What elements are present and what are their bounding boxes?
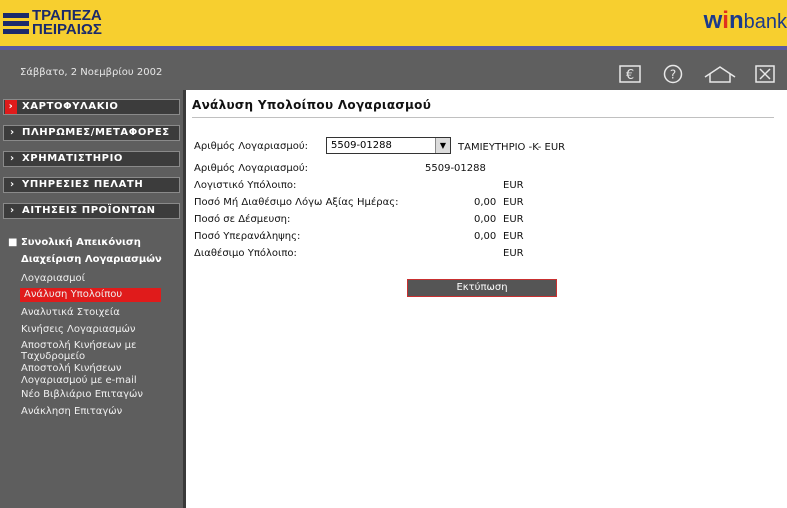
account-select-value: 5509-01288: [331, 140, 392, 151]
chevron-down-icon[interactable]: ▼: [435, 138, 450, 153]
nav-label: ΧΡΗΜΑΤΙΣΤΗΡΙΟ: [22, 153, 124, 164]
section-overview[interactable]: ■ Συνολική Απεικόνιση: [8, 237, 141, 248]
account-select[interactable]: 5509-01288 ▼: [326, 137, 451, 154]
nav-label: ΧΑΡΤΟΦΥΛΑΚΙΟ: [22, 101, 119, 112]
row-label-blocked: Ποσό σε Δέσμευση:: [194, 214, 291, 225]
nav-payments[interactable]: › ΠΛΗΡΩΜΕΣ/ΜΕΤΑΦΟΡΕΣ: [3, 125, 180, 141]
print-button[interactable]: Εκτύπωση: [407, 279, 557, 297]
row-currency-available-balance: EUR: [503, 248, 524, 259]
row-currency-blocked: EUR: [503, 214, 524, 225]
sidebar-link-details[interactable]: Αναλυτικά Στοιχεία: [21, 307, 120, 318]
home-icon[interactable]: [704, 64, 736, 84]
current-date: Σάββατο, 2 Νοεμβρίου 2002: [20, 67, 163, 78]
chevron-right-icon: ›: [10, 205, 15, 216]
section-account-management[interactable]: Διαχείριση Λογαριασμών: [21, 254, 162, 265]
page-title: Ανάλυση Υπολοίπου Λογαριασμού: [192, 98, 432, 112]
sidebar-link-transactions[interactable]: Κινήσεις Λογαριασμών: [21, 324, 136, 335]
sidebar-link-email-statements[interactable]: Αποστολή Κινήσεων: [21, 363, 121, 374]
row-value-blocked: 0,00: [474, 214, 497, 225]
main-content: Ανάλυση Υπολοίπου Λογαριασμού Αριθμός Λο…: [186, 90, 787, 508]
nav-portfolio[interactable]: › ΧΑΡΤΟΦΥΛΑΚΙΟ: [3, 99, 180, 115]
svg-text:€: €: [626, 68, 634, 83]
help-icon[interactable]: ?: [662, 64, 684, 84]
chevron-right-icon: ›: [10, 153, 15, 164]
header-bar: ΤΡΑΠΕΖΑ ΠΕΙΡΑΙΩΣ winbank: [0, 0, 787, 46]
winbank-logo: winbank: [703, 7, 787, 34]
close-icon[interactable]: [754, 64, 776, 84]
row-label-overdraft: Ποσό Υπερανάληψης:: [194, 231, 301, 242]
nav-product-requests[interactable]: › ΑΙΤΗΣΕΙΣ ΠΡΟΪΟΝΤΩΝ: [3, 203, 180, 219]
row-value-overdraft: 0,00: [474, 231, 497, 242]
sidebar-link-balance-analysis[interactable]: Ανάλυση Υπολοίπου: [20, 288, 161, 302]
chevron-right-icon: ›: [5, 100, 17, 114]
row-label-available-balance: Διαθέσιμο Υπόλοιπο:: [194, 248, 297, 259]
sidebar-link-new-chequebook[interactable]: Νέο Βιβλιάριο Επιταγών: [21, 389, 143, 400]
sidebar-link-mail-statements-2[interactable]: Ταχυδρομείο: [21, 351, 85, 362]
sidebar-link-accounts[interactable]: Λογαριασμοί: [21, 273, 85, 284]
logo-text: ΤΡΑΠΕΖΑ ΠΕΙΡΑΙΩΣ: [32, 8, 102, 38]
row-label-account-number: Αριθμός Λογαριασμού:: [194, 163, 308, 174]
nav-label: ΠΛΗΡΩΜΕΣ/ΜΕΤΑΦΟΡΕΣ: [22, 127, 170, 138]
euro-icon[interactable]: €: [619, 64, 641, 84]
chevron-right-icon: ›: [10, 127, 15, 138]
account-select-label: Αριθμός Λογαριασμού:: [194, 141, 308, 152]
bullet-icon: ■: [8, 237, 18, 248]
chevron-right-icon: ›: [10, 179, 15, 190]
toolbar: Σάββατο, 2 Νοεμβρίου 2002 € ?: [0, 50, 787, 90]
row-label-unavailable: Ποσό Μή Διαθέσιμο Λόγω Αξίας Ημέρας:: [194, 197, 399, 208]
row-value-account-number: 5509-01288: [425, 163, 486, 174]
bank-logo[interactable]: ΤΡΑΠΕΖΑ ΠΕΙΡΑΙΩΣ: [3, 8, 102, 38]
svg-text:?: ?: [670, 68, 676, 82]
sidebar-link-email-statements-2[interactable]: Λογαριασμού με e-mail: [21, 375, 137, 386]
logo-mark-icon: [3, 9, 29, 37]
account-type: ΤΑΜΙΕΥΤΗΡΙΟ -K- EUR: [458, 142, 566, 153]
row-label-ledger-balance: Λογιστικό Υπόλοιπο:: [194, 180, 297, 191]
sidebar-link-cheque-recall[interactable]: Ανάκληση Επιταγών: [21, 406, 122, 417]
sidebar-link-mail-statements[interactable]: Αποστολή Κινήσεων με: [21, 340, 136, 351]
row-currency-overdraft: EUR: [503, 231, 524, 242]
nav-customer-services[interactable]: › ΥΠΗΡΕΣΙΕΣ ΠΕΛΑΤΗ: [3, 177, 180, 193]
row-value-unavailable: 0,00: [474, 197, 497, 208]
nav-stock-exchange[interactable]: › ΧΡΗΜΑΤΙΣΤΗΡΙΟ: [3, 151, 180, 167]
row-currency-unavailable: EUR: [503, 197, 524, 208]
title-divider: [192, 117, 774, 118]
nav-label: ΥΠΗΡΕΣΙΕΣ ΠΕΛΑΤΗ: [22, 179, 144, 190]
sidebar: › ΧΑΡΤΟΦΥΛΑΚΙΟ › ΠΛΗΡΩΜΕΣ/ΜΕΤΑΦΟΡΕΣ › ΧΡΗΜΑ…: [0, 90, 186, 508]
nav-label: ΑΙΤΗΣΕΙΣ ΠΡΟΪΟΝΤΩΝ: [22, 205, 156, 216]
row-currency-ledger-balance: EUR: [503, 180, 524, 191]
logo-line2: ΠΕΙΡΑΙΩΣ: [32, 21, 102, 38]
